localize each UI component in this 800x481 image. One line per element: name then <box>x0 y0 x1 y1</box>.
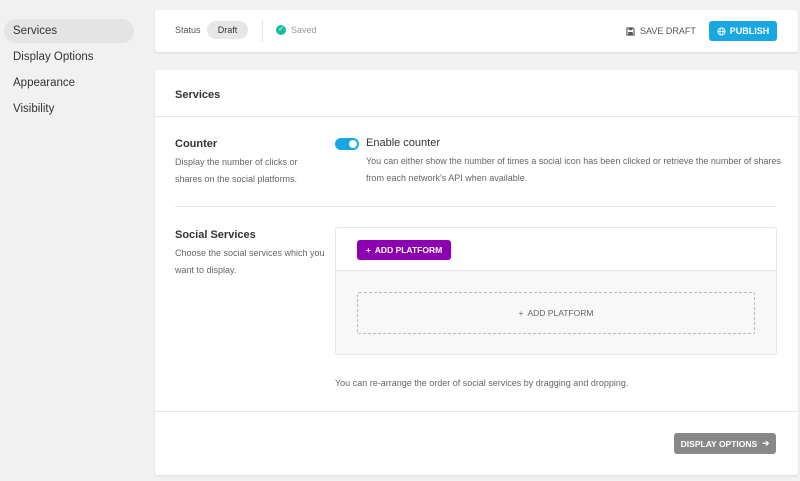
enable-counter-toggle[interactable] <box>335 138 359 150</box>
sidebar-item-services[interactable]: Services <box>4 19 134 43</box>
services-box-header: + ADD PLATFORM <box>336 228 776 271</box>
services-panel: Services Counter Display the number of c… <box>155 70 798 475</box>
social-services-box: + ADD PLATFORM + ADD PLATFORM <box>335 227 777 355</box>
top-bar: Status Draft ✓ Saved SAVE DRAFT PUBLISH <box>155 10 798 52</box>
sidebar-item-display-options[interactable]: Display Options <box>4 45 134 69</box>
sidebar: Services Display Options Appearance Visi… <box>0 0 140 123</box>
enable-counter-label: Enable counter <box>366 137 440 149</box>
save-draft-button[interactable]: SAVE DRAFT <box>626 23 696 39</box>
globe-icon <box>717 26 726 36</box>
plus-icon: + <box>518 308 524 318</box>
divider <box>155 411 798 412</box>
divider <box>155 116 798 117</box>
save-draft-label: SAVE DRAFT <box>640 26 696 36</box>
sidebar-item-visibility[interactable]: Visibility <box>4 97 134 121</box>
toggle-knob <box>349 140 357 148</box>
counter-help-text: You can either show the number of times … <box>366 156 781 183</box>
save-icon <box>626 26 635 36</box>
arrow-right-icon: ➔ <box>762 438 770 448</box>
arrange-note: You can re-arrange the order of social s… <box>335 378 629 388</box>
status-label: Status <box>175 25 201 35</box>
publish-label: PUBLISH <box>729 26 770 36</box>
social-services-description: Choose the social services which you wan… <box>175 248 325 275</box>
add-platform-button[interactable]: + ADD PLATFORM <box>357 240 451 260</box>
display-options-button[interactable]: DISPLAY OPTIONS ➔ <box>674 433 776 454</box>
counter-title: Counter <box>175 138 218 150</box>
add-platform-label: ADD PLATFORM <box>374 245 443 255</box>
social-services-title: Social Services <box>175 229 256 241</box>
sidebar-item-appearance[interactable]: Appearance <box>4 71 134 95</box>
add-platform-dropzone[interactable]: + ADD PLATFORM <box>357 292 755 334</box>
dropzone-label: ADD PLATFORM <box>527 308 594 318</box>
check-circle-icon: ✓ <box>276 25 286 35</box>
plus-icon: + <box>365 245 371 255</box>
divider <box>262 20 263 42</box>
publish-button[interactable]: PUBLISH <box>709 21 777 41</box>
divider <box>175 206 776 207</box>
panel-title: Services <box>175 89 221 101</box>
status-badge: Draft <box>207 21 248 39</box>
counter-description: Display the number of clicks or shares o… <box>175 157 298 184</box>
saved-status: Saved <box>291 25 317 35</box>
display-options-label: DISPLAY OPTIONS <box>680 438 758 449</box>
